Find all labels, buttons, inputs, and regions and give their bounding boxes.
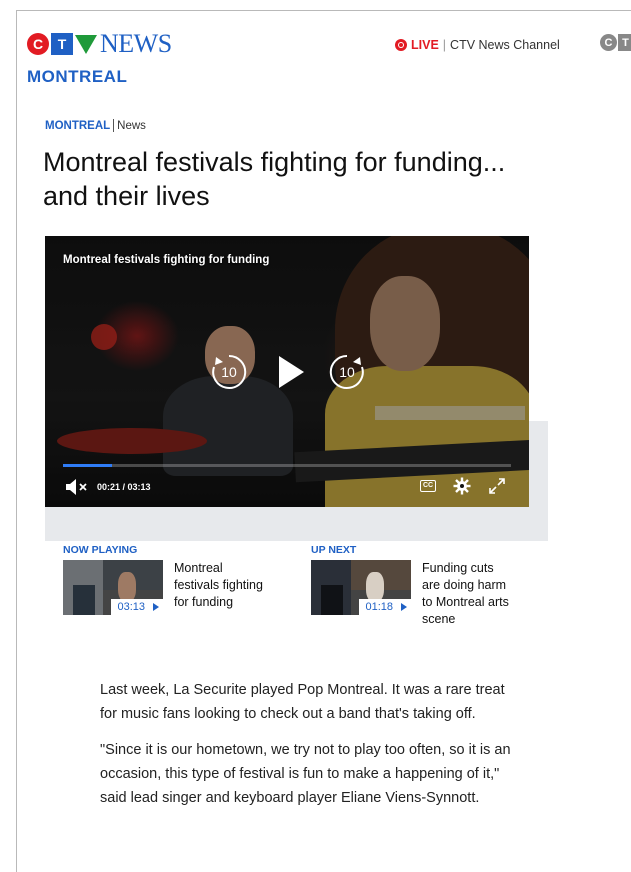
play-triangle-icon <box>401 603 407 611</box>
article-paragraph: "Since it is our hometown, we try not to… <box>100 742 511 806</box>
logo-t-mark: T <box>51 33 73 55</box>
mute-icon <box>66 479 87 495</box>
closed-captions-button[interactable]: CC <box>417 477 439 495</box>
forward-button[interactable]: 10 <box>326 351 368 393</box>
mute-button[interactable] <box>65 478 91 496</box>
now-playing-thumbnail[interactable]: 03:13 <box>63 560 163 615</box>
live-separator: | <box>442 38 447 52</box>
logo-news-text: NEWS <box>100 29 172 58</box>
article-paragraph: Last week, La Securite played Pop Montre… <box>100 682 505 722</box>
rewind-button[interactable]: 10 <box>208 351 250 393</box>
video-progress-bar[interactable] <box>63 464 511 467</box>
logo-c-mark: C <box>27 33 49 55</box>
video-player[interactable]: Montreal festivals fighting for funding … <box>45 236 529 507</box>
page-frame: C T NEWS MONTREAL LIVE | CTV News Channe… <box>16 10 631 872</box>
breadcrumb-region[interactable]: MONTREAL <box>45 120 110 132</box>
up-next-title[interactable]: Funding cuts are doing harm to Montreal … <box>422 560 514 628</box>
article-body: Last week, La Securite played Pop Montre… <box>100 678 520 822</box>
settings-button[interactable] <box>452 476 472 496</box>
now-playing-duration-badge: 03:13 <box>111 599 163 615</box>
rewind-seconds: 10 <box>221 364 237 380</box>
region-label[interactable]: MONTREAL <box>27 67 172 87</box>
live-link[interactable]: LIVE | CTV News Channel <box>395 38 560 52</box>
live-dot-icon <box>395 39 407 51</box>
video-progress-fill <box>63 464 113 467</box>
gear-icon <box>453 477 471 495</box>
forward-seconds: 10 <box>339 364 355 380</box>
secondary-logo-t: T <box>618 34 631 51</box>
play-triangle-icon <box>153 603 159 611</box>
now-playing-duration: 03:13 <box>117 601 145 613</box>
secondary-logo[interactable]: C T <box>600 34 631 51</box>
breadcrumb: MONTREAL News <box>45 119 146 132</box>
logo-v-icon <box>75 35 97 54</box>
site-logo[interactable]: C T NEWS MONTREAL <box>27 31 172 87</box>
play-button[interactable] <box>266 349 312 395</box>
up-next-thumbnail[interactable]: 01:18 <box>311 560 411 615</box>
breadcrumb-section[interactable]: News <box>117 120 146 132</box>
fullscreen-icon <box>489 478 505 494</box>
now-playing-title[interactable]: Montreal festivals fighting for funding <box>174 560 266 611</box>
closed-captions-icon: CC <box>419 480 437 492</box>
breadcrumb-divider <box>113 119 115 132</box>
video-time-readout: 00:21 / 03:13 <box>97 482 151 492</box>
up-next-duration: 01:18 <box>365 601 393 613</box>
video-title: Montreal festivals fighting for funding <box>63 254 270 266</box>
page-title: Montreal festivals fighting for funding.… <box>43 147 506 211</box>
secondary-logo-c: C <box>600 34 617 51</box>
now-playing-label: NOW PLAYING <box>63 544 138 556</box>
up-next-duration-badge: 01:18 <box>359 599 411 615</box>
up-next-label: UP NEXT <box>311 544 357 556</box>
live-label: LIVE <box>411 38 439 52</box>
fullscreen-button[interactable] <box>487 476 507 496</box>
play-icon <box>279 356 304 388</box>
live-channel: CTV News Channel <box>450 38 560 52</box>
